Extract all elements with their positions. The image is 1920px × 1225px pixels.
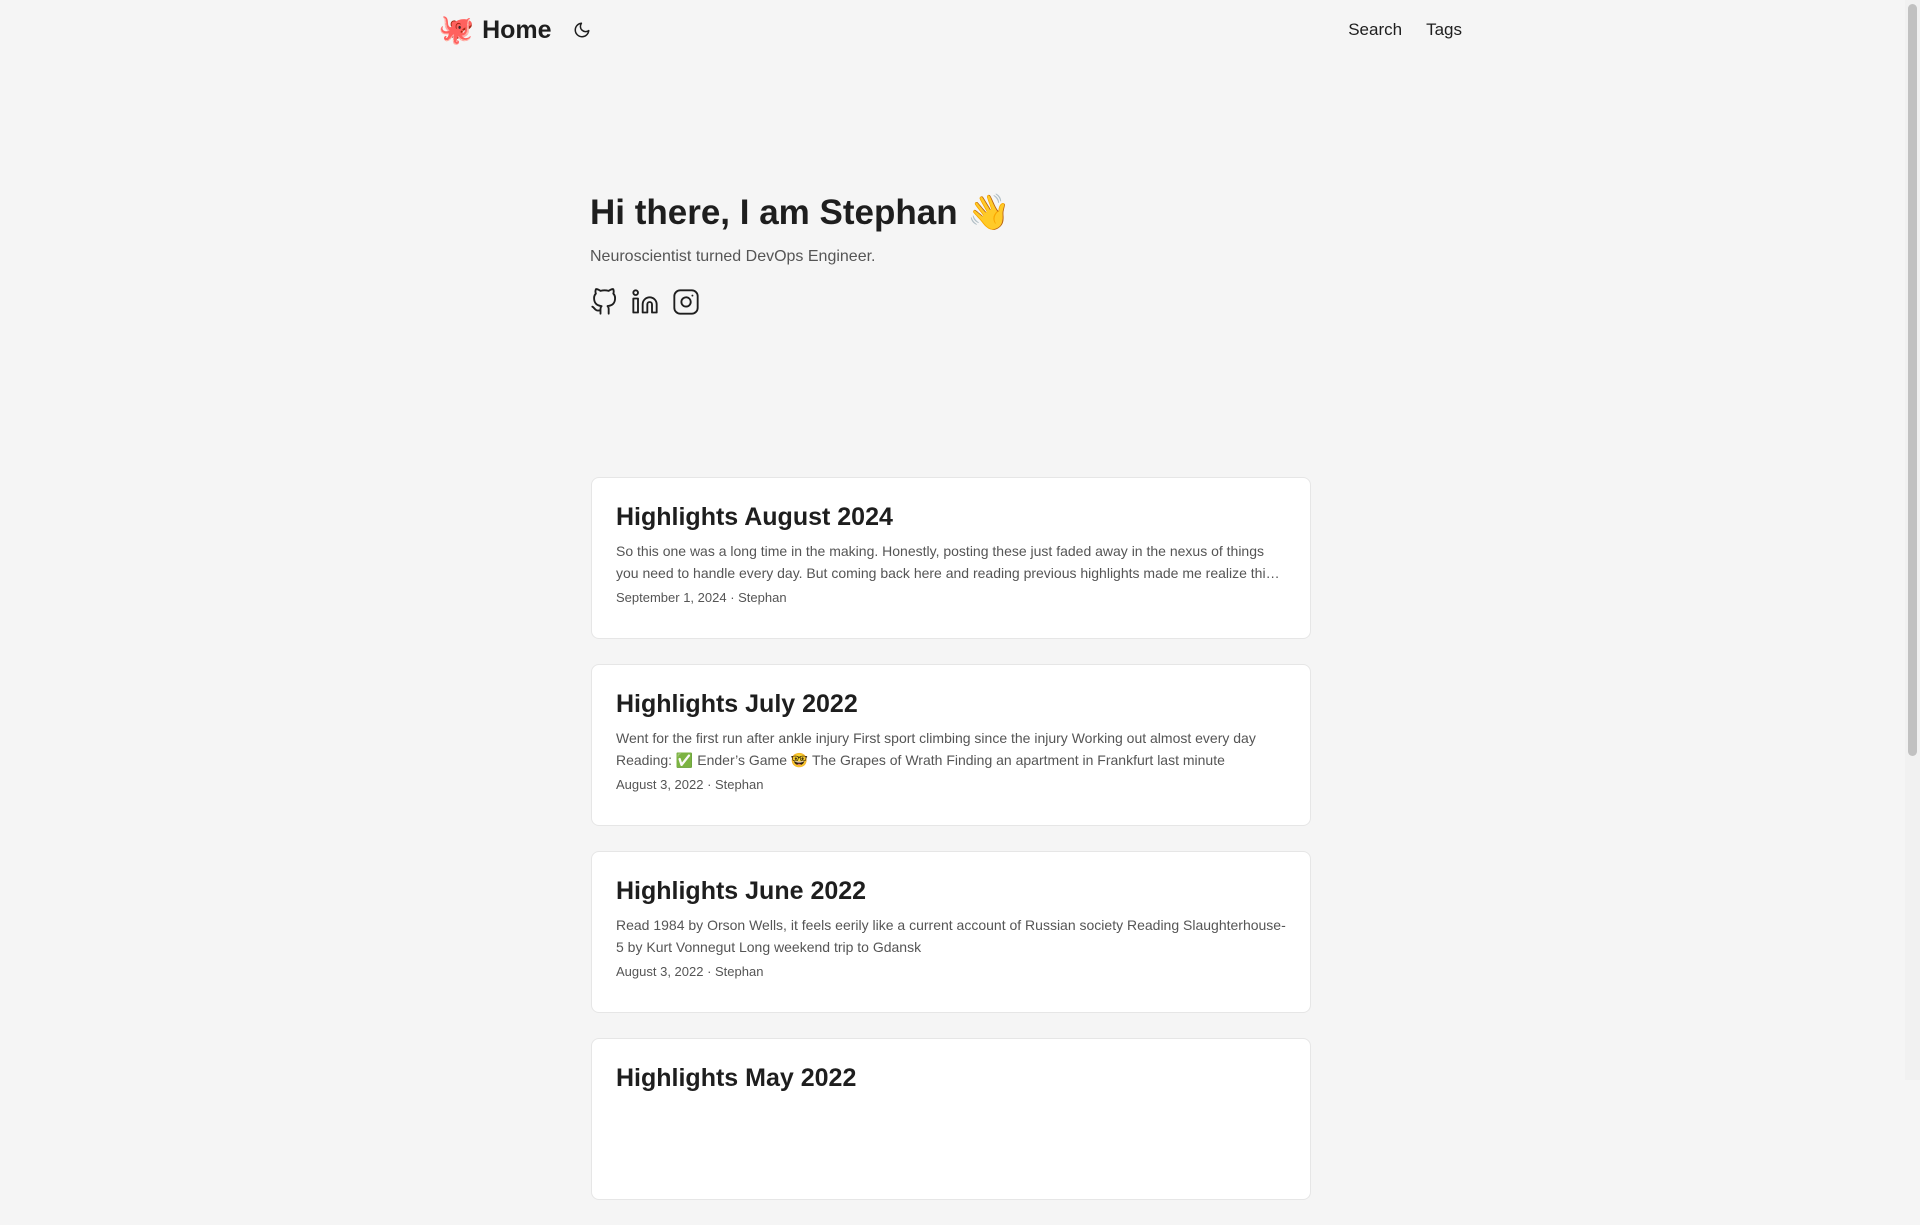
site-header: 🐙 Home Search Tags	[438, 0, 1462, 60]
post-title: Highlights July 2022	[616, 690, 858, 718]
post-title: Highlights June 2022	[616, 877, 867, 905]
profile-section: Hi there, I am Stephan 👋 Neuroscientist …	[590, 188, 1310, 316]
logo-group: 🐙 Home	[438, 13, 591, 46]
octopus-icon: 🐙	[438, 13, 475, 46]
instagram-icon	[673, 289, 699, 315]
post-meta: September 1, 2024 · Stephan	[616, 590, 787, 605]
social-links	[590, 288, 1310, 316]
github-icon	[591, 288, 617, 315]
post-card[interactable]: Highlights June 2022 Read 1984 by Orson …	[591, 851, 1311, 1013]
scrollbar-thumb[interactable]	[1908, 4, 1917, 756]
post-excerpt: Read 1984 by Orson Wells, it feels eeril…	[616, 917, 1286, 955]
post-excerpt: So this one was a long time in the makin…	[616, 543, 1273, 581]
menu-item-search[interactable]: Search	[1348, 20, 1402, 40]
linkedin-icon	[632, 289, 658, 314]
moon-icon	[574, 22, 590, 38]
post-list: Highlights August 2024 So this one was a…	[591, 477, 1311, 1225]
post-meta: August 3, 2022 · Stephan	[616, 777, 764, 792]
profile-subtitle: Neuroscientist turned DevOps Engineer.	[590, 248, 876, 265]
instagram-link[interactable]	[672, 288, 700, 316]
main-menu: Search Tags	[1348, 20, 1462, 40]
post-title: Highlights August 2024	[616, 503, 893, 531]
page-scrollbar[interactable]	[1905, 0, 1920, 1080]
page-title: Hi there, I am Stephan 👋	[590, 193, 1011, 232]
theme-toggle-button[interactable]	[573, 21, 591, 39]
post-excerpt: Went for the first run after ankle injur…	[616, 730, 1256, 768]
post-card[interactable]: Highlights May 2022	[591, 1038, 1311, 1200]
linkedin-link[interactable]	[631, 288, 659, 316]
post-card[interactable]: Highlights July 2022 Went for the first …	[591, 664, 1311, 826]
post-meta: August 3, 2022 · Stephan	[616, 964, 764, 979]
post-card[interactable]: Highlights August 2024 So this one was a…	[591, 477, 1311, 639]
post-title: Highlights May 2022	[616, 1064, 857, 1092]
menu-item-tags[interactable]: Tags	[1426, 20, 1462, 40]
github-link[interactable]	[590, 288, 618, 316]
home-link[interactable]: Home	[482, 16, 551, 45]
